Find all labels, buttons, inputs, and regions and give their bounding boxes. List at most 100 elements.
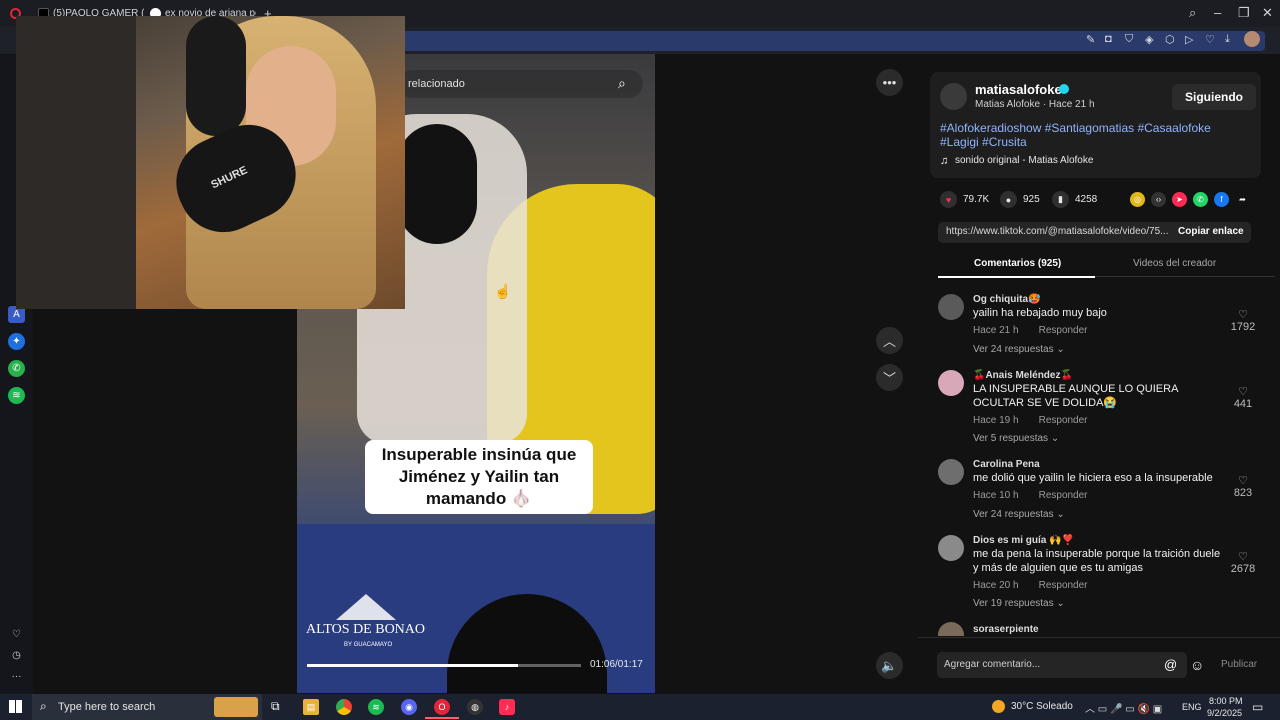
history-icon[interactable]: ◷ [8,647,25,664]
copy-link-button[interactable]: Copiar enlace [1178,226,1244,237]
tiktok-icon[interactable]: ♪ [499,699,515,715]
vpn-icon[interactable]: ◈ [1145,33,1153,46]
save-stat[interactable]: ▮ 4258 [1052,191,1097,208]
avatar[interactable] [1244,31,1260,47]
creator-username[interactable]: matiasalofoke [975,82,1062,97]
reply-button[interactable]: Responder [1039,325,1088,336]
more-options-button[interactable]: ••• [876,69,903,96]
coin-icon[interactable]: ◎ [1130,192,1145,207]
like-button[interactable]: ♡ 823 [1228,474,1258,499]
chrome-icon[interactable] [336,699,352,715]
notification-icon[interactable]: ▭ [1252,700,1263,714]
file-explorer-icon[interactable]: ▤ [303,699,319,715]
task-view-icon[interactable]: ⧉ [271,699,280,714]
next-video-button[interactable]: ﹀ [876,364,903,391]
reply-button[interactable]: Responder [1039,580,1088,591]
facebook-share-icon[interactable]: f [1214,192,1229,207]
heart-icon[interactable]: ♡ [1228,550,1258,563]
comment-author[interactable]: 🍒Anais Meléndez🍒 [973,370,1073,381]
video-search-bar[interactable]: relacionado ⌕ [398,70,643,98]
emoji-icon[interactable]: ☺ [1190,657,1204,673]
view-replies-button[interactable]: Ver 24 respuestas ⌄ [973,509,1065,520]
search-icon[interactable]: ⌕ [618,75,626,92]
taskbar-search[interactable]: ⌕ Type here to search [32,694,262,720]
comment-author[interactable]: Og chiquita🥵 [973,294,1040,305]
comment-stat[interactable]: ● 925 [1000,191,1040,208]
view-replies-button[interactable]: Ver 19 respuestas ⌄ [973,598,1065,609]
view-replies-button[interactable]: Ver 24 respuestas ⌄ [973,344,1065,355]
mic-brand: SHURE [209,164,250,192]
language-indicator[interactable]: ENG [1182,702,1202,712]
opera-icon[interactable]: O [434,699,450,715]
tray-icons[interactable]: ︿ ▭ 🎤 ▭ 🔇 ▣ [1085,700,1162,715]
messenger-icon[interactable]: ✦ [8,333,25,350]
windows-start-icon[interactable] [9,700,22,713]
clock-time[interactable]: 8:00 PM [1209,696,1243,706]
heart-icon[interactable]: ♡ [8,626,25,643]
comment-author[interactable]: Dios es mi guía 🙌❣️ [973,535,1074,546]
comment-text: me da pena la insuperable porque la trai… [973,548,1221,574]
comment-icon[interactable]: ● [1000,191,1017,208]
heart-icon[interactable]: ♡ [1205,33,1215,46]
obs-icon[interactable]: ◍ [467,699,483,715]
like-count: 2678 [1230,563,1256,575]
comment-input[interactable]: Agregar comentario... @ [937,652,1187,678]
comment-author[interactable]: Carolina Pena [973,459,1040,470]
like-stat[interactable]: ♥ 79.7K [940,191,989,208]
more-icon[interactable]: ··· [8,668,25,685]
follow-button[interactable]: Siguiendo [1172,84,1256,110]
reply-button[interactable]: Responder [1039,415,1088,426]
search-tabs-icon[interactable]: ⌕ [1189,5,1196,21]
avatar[interactable] [938,294,964,320]
weather-text[interactable]: 30°C Soleado [1011,701,1073,712]
whatsapp-share-icon[interactable]: ✆ [1193,192,1208,207]
tab-comments[interactable]: Comentarios (925) [974,258,1061,269]
avatar[interactable] [938,459,964,485]
whatsapp-icon[interactable]: ✆ [8,360,25,377]
play-icon[interactable]: ▷ [1185,33,1193,46]
heart-icon[interactable]: ♡ [1228,474,1258,487]
reply-button[interactable]: Responder [1039,490,1088,501]
view-replies-button[interactable]: Ver 5 respuestas ⌄ [973,433,1059,444]
spotify-icon[interactable]: ≋ [8,387,25,404]
download-icon[interactable]: ⤓ [1225,33,1230,46]
heart-icon[interactable]: ♥ [940,191,957,208]
watermark-title: ALTOS DE BONAO [306,622,426,637]
spotify-icon[interactable]: ≋ [368,699,384,715]
heart-icon[interactable]: ♡ [1228,308,1258,321]
comment-placeholder: Agregar comentario... [944,659,1041,670]
maximize-icon[interactable]: ❐ [1238,5,1250,21]
like-button[interactable]: ♡ 2678 [1228,550,1258,575]
comment-author[interactable]: soraserpiente [973,624,1039,635]
embed-icon[interactable]: ‹› [1151,192,1166,207]
avatar[interactable] [938,622,964,636]
clock-date[interactable]: 9/2/2025 [1207,708,1242,718]
bookmark-icon[interactable]: ▮ [1052,191,1069,208]
tab-creator-videos[interactable]: Videos del creador [1133,258,1216,269]
like-button[interactable]: ♡ 441 [1228,385,1258,410]
discord-icon[interactable]: ◉ [401,699,417,715]
heart-icon[interactable]: ♡ [1228,385,1258,398]
like-button[interactable]: ♡ 1792 [1228,308,1258,333]
share-arrow-icon[interactable]: ➦ [1235,192,1250,207]
close-icon[interactable]: ✕ [1262,5,1273,21]
previous-video-button[interactable]: ︿ [876,327,903,354]
chair [16,16,136,309]
sound-name[interactable]: sonido original - Matias Alofoke [955,155,1093,166]
avatar[interactable] [938,535,964,561]
follow-label: Siguiendo [1185,90,1243,104]
headphones [186,16,246,136]
hashtags[interactable]: #Alofokeradioshow #Santiagomatias #Casaa… [940,121,1240,149]
camera-icon[interactable]: ◘ [1105,33,1112,45]
creator-avatar[interactable] [940,83,967,110]
shield-icon[interactable]: ⛉ [1125,33,1133,46]
extensions-icon[interactable]: ⬡ [1165,33,1175,46]
send-icon[interactable]: ➤ [1172,192,1187,207]
avatar[interactable] [938,370,964,396]
weather-icon [992,700,1005,713]
minimize-icon[interactable]: – [1214,5,1221,20]
edit-icon[interactable]: ✎ [1086,33,1095,46]
volume-button[interactable]: 🔈 [876,652,903,679]
publish-button[interactable]: Publicar [1221,659,1257,670]
mention-icon[interactable]: @ [1164,657,1177,672]
